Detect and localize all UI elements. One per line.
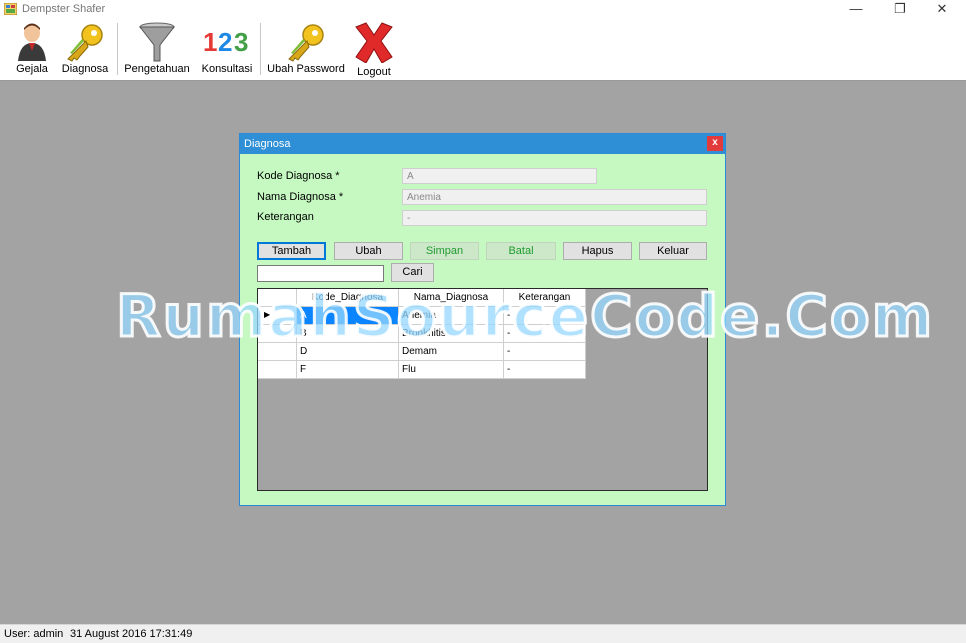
restore-button[interactable]: ❐ (880, 0, 920, 19)
nama-diagnosa-label: Nama Diagnosa * (257, 191, 344, 203)
toolbar-logout-button[interactable]: Logout (350, 21, 398, 78)
grid-header-keterangan[interactable]: Keterangan (504, 289, 586, 307)
svg-text:1: 1 (203, 27, 217, 57)
minimize-button[interactable]: — (836, 0, 876, 19)
keys-icon (288, 24, 324, 62)
toolbar-pengetahuan-button[interactable]: Pengetahuan (122, 21, 192, 77)
grid-corner-cell (258, 289, 297, 307)
row-header[interactable] (258, 325, 297, 343)
table-cell[interactable]: - (504, 361, 586, 379)
keys-icon (67, 24, 103, 62)
window-title: Dempster Shafer (22, 3, 106, 15)
dialog-titlebar: Diagnosa x (240, 134, 725, 154)
tambah-button[interactable]: Tambah (257, 242, 326, 260)
grid-header-kode[interactable]: Kode_Diagnosa (297, 289, 399, 307)
table-cell[interactable]: A (297, 307, 399, 325)
toolbar-ubah-password-button[interactable]: Ubah Password (265, 21, 347, 77)
toolbar-gejala-label: Gejala (16, 63, 48, 75)
main-toolbar: Gejala Diagnosa Pengetahuan 1 2 3 Konsul… (0, 19, 966, 81)
filter-icon (138, 22, 176, 62)
toolbar-konsultasi-label: Konsultasi (201, 63, 253, 75)
table-cell[interactable]: Flu (399, 361, 504, 379)
window-titlebar: Dempster Shafer — ❐ ✕ (0, 0, 966, 19)
row-header[interactable] (258, 343, 297, 361)
batal-button[interactable]: Batal (486, 242, 556, 260)
app-icon (4, 3, 17, 15)
table-cell[interactable]: B (297, 325, 399, 343)
svg-text:2: 2 (218, 27, 232, 57)
toolbar-pengetahuan-label: Pengetahuan (124, 63, 190, 75)
hapus-button[interactable]: Hapus (563, 242, 632, 260)
user-icon (18, 23, 46, 61)
toolbar-separator (117, 23, 118, 75)
diagnosa-grid[interactable]: Kode_Diagnosa Nama_Diagnosa Keterangan ▶… (257, 288, 708, 491)
table-cell[interactable]: - (504, 325, 586, 343)
toolbar-logout-label: Logout (357, 66, 391, 78)
toolbar-konsultasi-button[interactable]: 1 2 3 Konsultasi (198, 21, 256, 77)
toolbar-gejala-button[interactable]: Gejala (12, 21, 52, 77)
simpan-button[interactable]: Simpan (410, 242, 479, 260)
status-datetime: 31 August 2016 17:31:49 (70, 628, 193, 640)
table-cell[interactable]: F (297, 361, 399, 379)
numbers-icon: 1 2 3 (203, 27, 248, 57)
nama-diagnosa-field[interactable] (402, 189, 707, 205)
cari-button[interactable]: Cari (391, 263, 434, 282)
grid-header-nama[interactable]: Nama_Diagnosa (399, 289, 504, 307)
keterangan-label: Keterangan (257, 211, 314, 223)
row-header[interactable] (258, 361, 297, 379)
close-window-button[interactable]: ✕ (922, 0, 962, 19)
row-header-selected[interactable]: ▶ (258, 307, 297, 325)
status-user: User: admin (4, 628, 64, 640)
status-bar: User: admin 31 August 2016 17:31:49 (0, 624, 966, 643)
toolbar-diagnosa-button[interactable]: Diagnosa (58, 21, 112, 77)
red-x-icon (355, 22, 393, 63)
table-cell[interactable]: Anemia (399, 307, 504, 325)
table-cell[interactable]: - (504, 343, 586, 361)
search-input[interactable] (257, 265, 384, 282)
diagnosa-dialog: Diagnosa x Kode Diagnosa * Nama Diagnosa… (239, 133, 726, 506)
kode-diagnosa-field[interactable] (402, 168, 597, 184)
ubah-button[interactable]: Ubah (334, 242, 403, 260)
table-cell[interactable]: Bronkhitis (399, 325, 504, 343)
kode-diagnosa-label: Kode Diagnosa * (257, 170, 340, 182)
svg-text:3: 3 (234, 27, 248, 57)
keterangan-field[interactable] (402, 210, 707, 226)
table-cell[interactable]: D (297, 343, 399, 361)
toolbar-ubah-password-label: Ubah Password (267, 63, 345, 75)
table-cell[interactable]: Demam (399, 343, 504, 361)
toolbar-diagnosa-label: Diagnosa (61, 63, 109, 75)
keluar-button[interactable]: Keluar (639, 242, 707, 260)
table-cell[interactable]: - (504, 307, 586, 325)
toolbar-separator (260, 23, 261, 75)
dialog-close-button[interactable]: x (707, 136, 723, 151)
dialog-title: Diagnosa (244, 138, 291, 150)
